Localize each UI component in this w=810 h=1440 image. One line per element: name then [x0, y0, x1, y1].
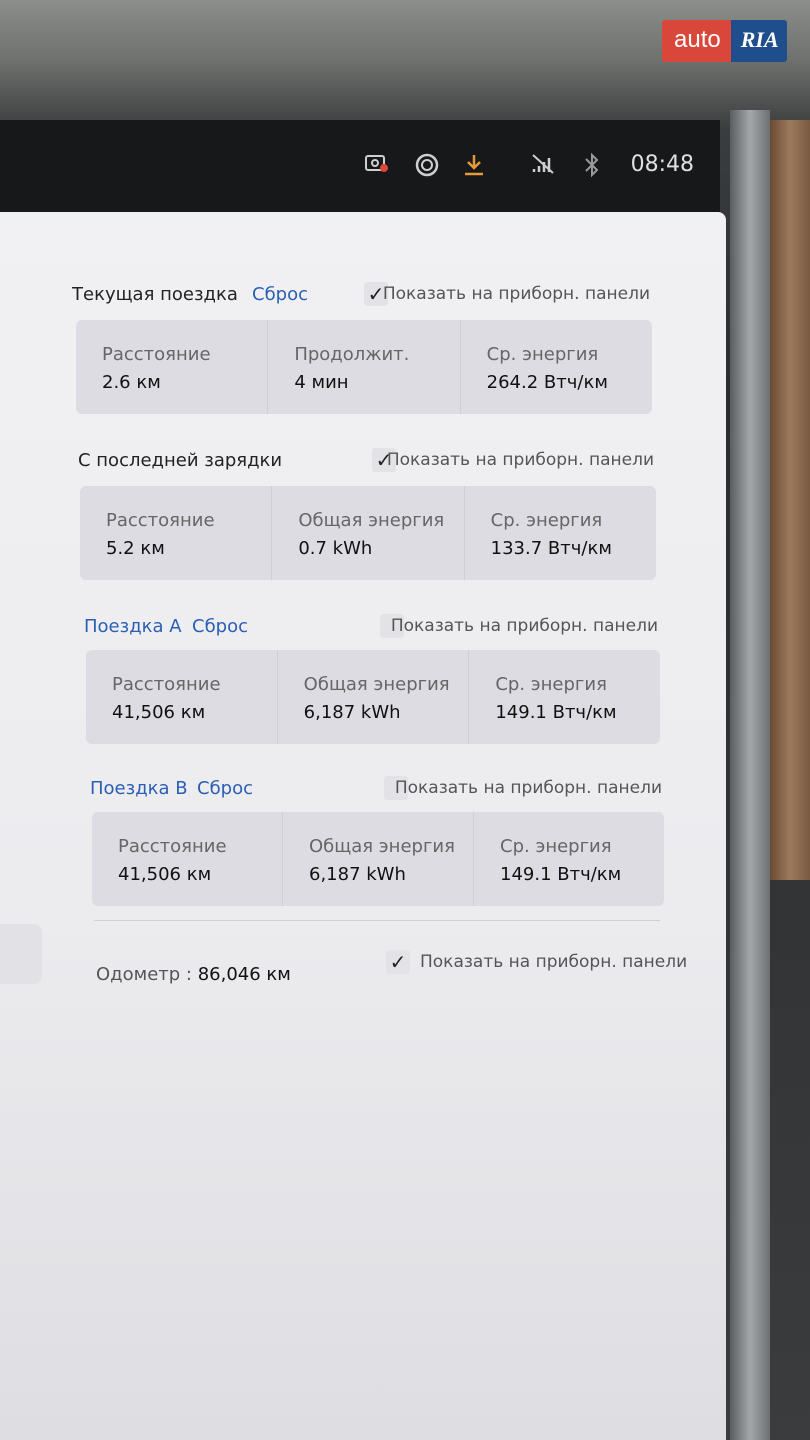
cell-label: Общая энергия	[303, 674, 450, 695]
cell-value: 41,506 км	[118, 864, 212, 885]
trip-b-distance: Расстояние 41,506 км	[92, 812, 283, 906]
cell-value: 5.2 км	[106, 538, 165, 559]
cell-label: Ср. энергия	[486, 344, 599, 365]
cell-label: Общая энергия	[298, 510, 445, 531]
current-trip-duration: Продолжит. 4 мин	[268, 320, 461, 414]
cell-value: 149.1 Втч/км	[495, 702, 617, 723]
cell-label: Расстояние	[112, 674, 221, 695]
bluetooth-icon[interactable]	[582, 152, 602, 184]
trip-a-avg-energy: Ср. энергия 149.1 Втч/км	[469, 650, 660, 744]
trip-a-card: Расстояние 41,506 км Общая энергия 6,187 k…	[86, 650, 660, 744]
since-charge-show-label[interactable]: Показать на приборн. панели	[387, 450, 654, 470]
divider	[94, 920, 660, 921]
cell-value: 4 мин	[294, 372, 349, 393]
trip-a-show-label[interactable]: Показать на приборн. панели	[391, 616, 658, 636]
trip-b-section: Поездка В Сброс Показать на приборн. пан…	[90, 776, 662, 808]
cell-label: Расстояние	[102, 344, 211, 365]
trip-a-reset-link[interactable]: Сброс	[192, 616, 248, 637]
trip-b-show-label[interactable]: Показать на приборн. панели	[395, 778, 662, 798]
current-trip-show-label[interactable]: Показать на приборн. панели	[383, 284, 650, 304]
odometer-label: Одометр :	[96, 964, 192, 985]
clock: 08:48	[630, 152, 694, 177]
current-trip-reset-link[interactable]: Сброс	[252, 284, 308, 305]
watermark-auto: auto	[662, 20, 731, 62]
wood-trim	[770, 120, 810, 880]
cell-value: 6,187 kWh	[309, 864, 406, 885]
side-panel-edge	[0, 924, 42, 984]
trip-b-avg-energy: Ср. энергия 149.1 Втч/км	[474, 812, 664, 906]
trip-screen: Текущая поездка Сброс ✓ Показать на приб…	[0, 212, 726, 1440]
cell-value: 6,187 kWh	[303, 702, 401, 723]
odometer-show-label[interactable]: Показать на приборн. панели	[420, 952, 726, 972]
circle-icon[interactable]	[414, 152, 440, 184]
camera-record-icon[interactable]	[364, 152, 390, 180]
cell-value: 41,506 км	[112, 702, 206, 723]
trip-b-title[interactable]: Поездка В	[90, 778, 188, 799]
cell-value: 149.1 Втч/км	[500, 864, 622, 885]
cell-label: Общая энергия	[309, 836, 455, 857]
cell-label: Ср. энергия	[490, 510, 603, 531]
since-charge-section: С последней зарядки ✓ Показать на прибор…	[78, 448, 654, 480]
current-trip-card: Расстояние 2.6 км Продолжит. 4 мин Ср. эне…	[76, 320, 652, 414]
autoria-watermark: auto RIA	[662, 20, 787, 62]
no-signal-icon	[530, 152, 556, 182]
trip-b-reset-link[interactable]: Сброс	[197, 778, 253, 799]
trip-a-title[interactable]: Поездка А	[84, 616, 182, 637]
since-charge-title: С последней зарядки	[78, 450, 283, 471]
since-charge-distance: Расстояние 5.2 км	[80, 486, 273, 580]
odometer-show-checkbox[interactable]: ✓	[386, 950, 410, 974]
cell-label: Продолжит.	[294, 344, 410, 365]
cell-label: Ср. энергия	[495, 674, 607, 695]
cell-label: Расстояние	[106, 510, 215, 531]
chrome-trim	[730, 110, 770, 1440]
cell-value: 2.6 км	[102, 372, 161, 393]
current-trip-avg-energy: Ср. энергия 264.2 Втч/км	[461, 320, 652, 414]
trip-a-section: Поездка А Сброс Показать на приборн. пан…	[84, 614, 658, 646]
since-charge-card: Расстояние 5.2 км Общая энергия 0.7 kWh Ср…	[80, 486, 656, 580]
trip-a-distance: Расстояние 41,506 км	[86, 650, 278, 744]
watermark-ria: RIA	[730, 20, 787, 62]
cell-label: Расстояние	[118, 836, 227, 857]
odometer: Одометр : 86,046 км	[96, 964, 291, 985]
trip-b-total-energy: Общая энергия 6,187 kWh	[283, 812, 474, 906]
current-trip-distance: Расстояние 2.6 км	[76, 320, 269, 414]
cell-value: 264.2 Втч/км	[486, 372, 608, 393]
since-charge-avg-energy: Ср. энергия 133.7 Втч/км	[465, 486, 656, 580]
cell-value: 0.7 kWh	[298, 538, 373, 559]
status-bar: 08:48	[0, 140, 710, 195]
trip-b-card: Расстояние 41,506 км Общая энергия 6,187 k…	[92, 812, 664, 906]
current-trip-title: Текущая поездка	[72, 284, 238, 305]
current-trip-section: Текущая поездка Сброс ✓ Показать на приб…	[72, 282, 650, 314]
trip-a-total-energy: Общая энергия 6,187 kWh	[278, 650, 470, 744]
odometer-value: 86,046 км	[197, 964, 291, 985]
cell-value: 133.7 Втч/км	[490, 538, 612, 559]
cell-label: Ср. энергия	[500, 836, 612, 857]
download-icon[interactable]	[462, 152, 486, 184]
since-charge-total-energy: Общая энергия 0.7 kWh	[272, 486, 465, 580]
